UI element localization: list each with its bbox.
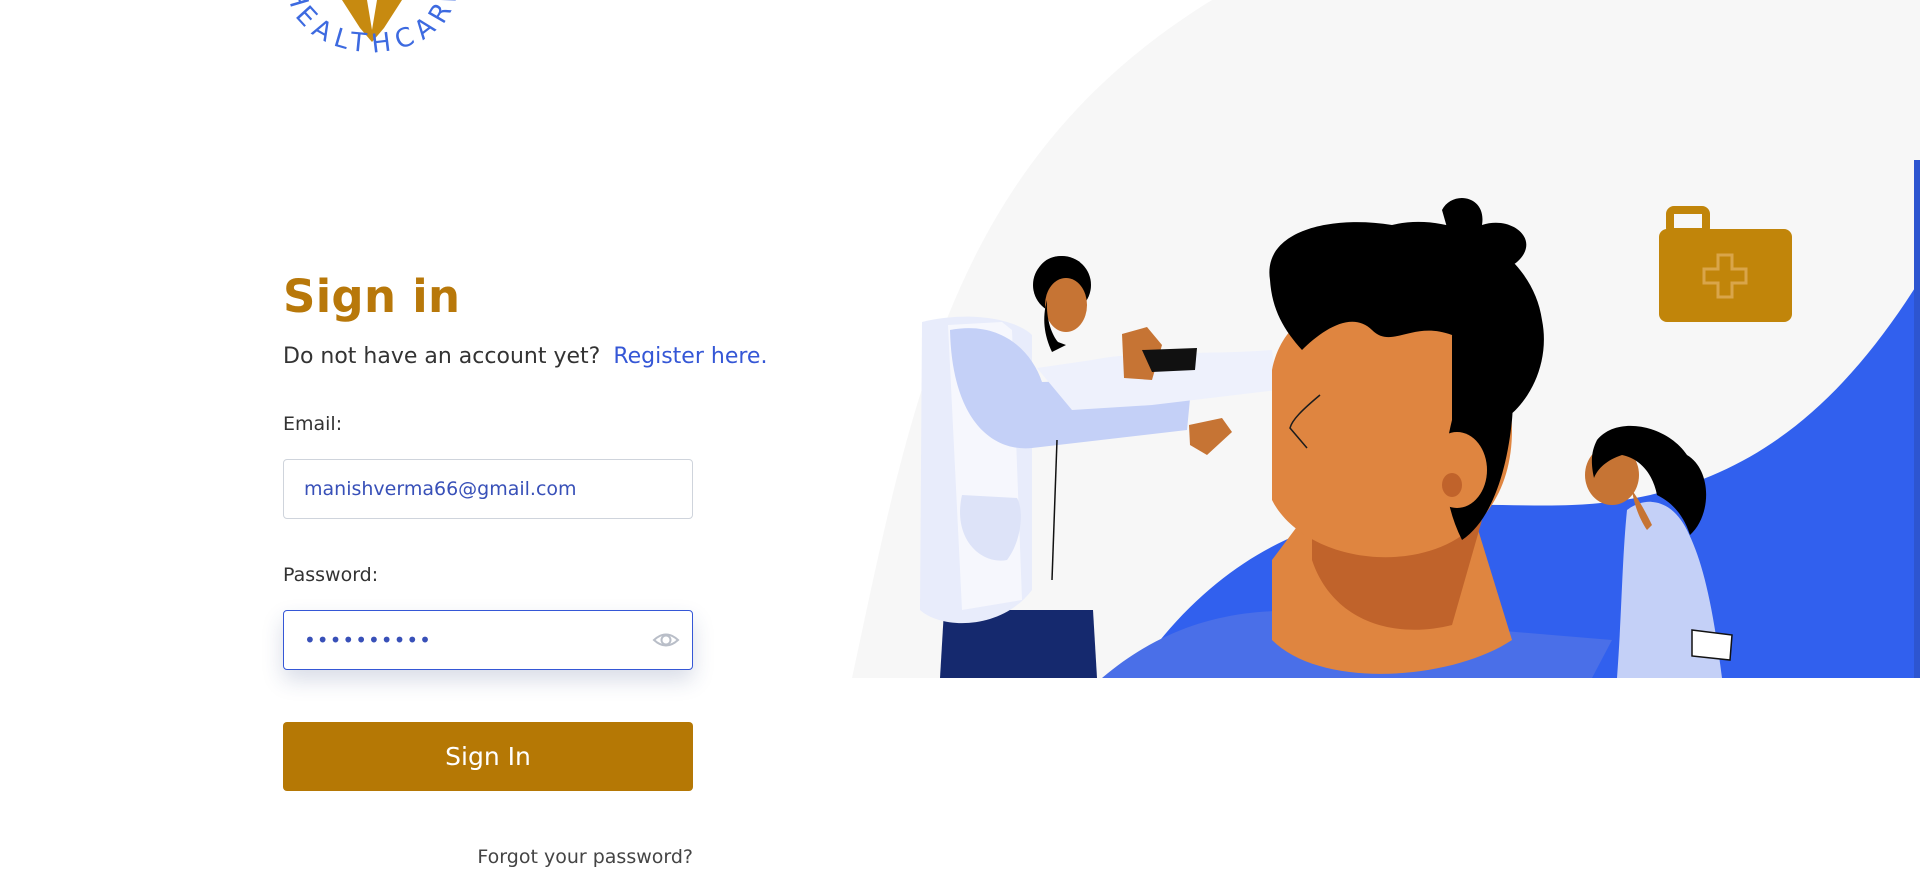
register-prompt-text: Do not have an account yet? — [283, 344, 601, 369]
signin-button[interactable]: Sign In — [283, 722, 693, 791]
email-field-wrapper — [283, 459, 693, 519]
healthcare-logo: HEALTHCARE — [270, 0, 540, 70]
email-field[interactable] — [284, 460, 692, 518]
email-label: Email: — [283, 413, 343, 435]
password-field[interactable] — [284, 611, 692, 669]
register-link[interactable]: Register here. — [613, 344, 767, 369]
password-label: Password: — [283, 564, 379, 586]
hero-illustration — [852, 0, 1920, 678]
eye-icon[interactable] — [652, 628, 680, 652]
forgot-password-link[interactable]: Forgot your password? — [283, 846, 693, 868]
register-prompt: Do not have an account yet? Register her… — [283, 344, 767, 369]
password-field-wrapper — [283, 610, 693, 670]
page-title: Sign in — [283, 270, 461, 323]
